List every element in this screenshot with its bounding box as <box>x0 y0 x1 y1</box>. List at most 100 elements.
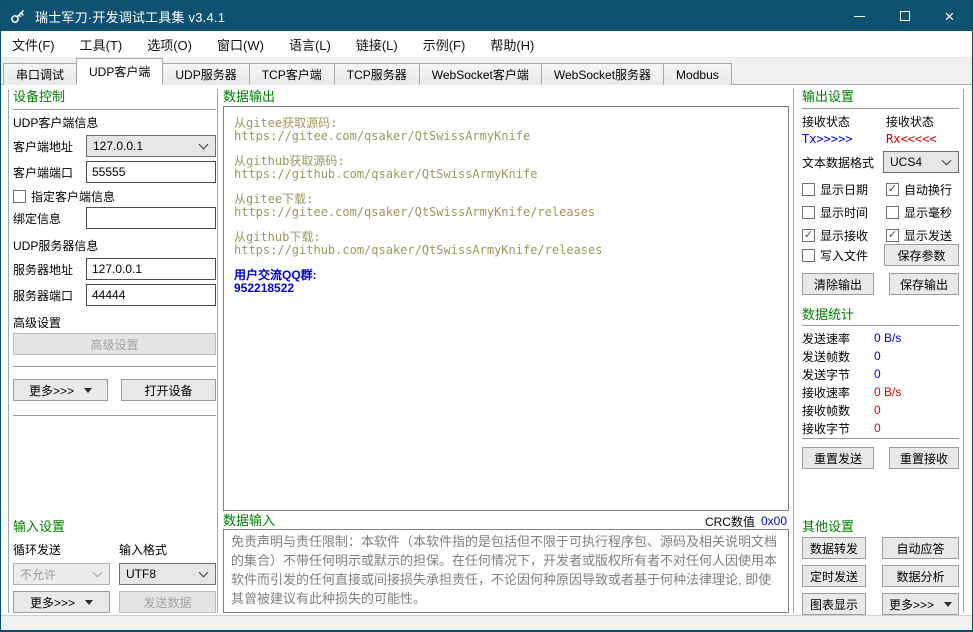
menu-item-examples[interactable]: 示例(F) <box>414 31 475 58</box>
tab-udp-server[interactable]: UDP服务器 <box>162 63 249 85</box>
more-button-label: 更多>>> <box>29 382 74 399</box>
data-output-view[interactable]: 从gitee获取源码: https://gitee.com/qsaker/QtS… <box>223 106 789 511</box>
close-icon: × <box>945 8 955 25</box>
output-settings-title: 输出设置 <box>802 89 959 105</box>
specify-client-checkbox[interactable]: 指定客户端信息 <box>13 189 216 203</box>
tab-websocket-server[interactable]: WebSocket服务器 <box>541 63 664 85</box>
maximize-button[interactable] <box>882 1 927 31</box>
splitter-handle-center-left[interactable] <box>217 89 218 613</box>
device-control-panel: 设备控制 UDP客户端信息 客户端地址 127.0.0.1 客户端端口 指定客户… <box>13 89 216 416</box>
window-title: 瑞士军刀·开发调试工具集 v3.4.1 <box>35 7 225 26</box>
chevron-down-icon <box>199 139 209 149</box>
cycle-send-select[interactable]: 不允许 <box>13 563 110 585</box>
tab-udp-client[interactable]: UDP客户端 <box>76 58 163 85</box>
rx-indicator: Rx<<<<< <box>886 132 959 146</box>
timed-send-button[interactable]: 定时发送 <box>802 565 866 587</box>
write-file-checkbox[interactable]: 写入文件 <box>802 247 868 264</box>
udp-server-info-label: UDP服务器信息 <box>13 239 216 253</box>
tab-serial-debug[interactable]: 串口调试 <box>3 63 77 85</box>
divider <box>802 325 959 326</box>
input-format-select[interactable]: UTF8 <box>119 563 216 585</box>
splitter-handle-right[interactable] <box>963 89 964 613</box>
checkbox-label: 自动换行 <box>904 181 952 198</box>
output-url: https://gitee.com/qsaker/QtSwissArmyKnif… <box>234 206 778 219</box>
stat-row: 发送帧数 0 <box>802 347 959 365</box>
stat-label: 发送速率 <box>802 330 874 347</box>
reset-receive-button[interactable]: 重置接收 <box>889 447 959 469</box>
checkbox-box <box>886 229 899 242</box>
tab-tcp-client[interactable]: TCP客户端 <box>249 63 335 85</box>
tab-modbus[interactable]: Modbus <box>663 63 732 85</box>
input-more-label: 更多>>> <box>30 594 75 611</box>
output-url: https://github.com/qsaker/QtSwissArmyKni… <box>234 168 778 181</box>
checkbox-box <box>13 190 26 203</box>
show-rx-checkbox[interactable]: 显示接收 <box>802 227 886 244</box>
reset-send-button[interactable]: 重置发送 <box>802 447 874 469</box>
menu-item-language[interactable]: 语言(L) <box>280 31 340 58</box>
minimize-icon <box>854 16 865 17</box>
menu-item-file[interactable]: 文件(F) <box>3 31 64 58</box>
checkbox-box <box>886 206 899 219</box>
show-tx-checkbox[interactable]: 显示发送 <box>886 227 959 244</box>
show-time-checkbox[interactable]: 显示时间 <box>802 204 886 221</box>
clear-output-button[interactable]: 清除输出 <box>802 273 874 295</box>
data-analysis-button[interactable]: 数据分析 <box>882 565 959 587</box>
server-port-input[interactable] <box>86 284 216 306</box>
send-data-button[interactable]: 发送数据 <box>119 591 216 613</box>
close-button[interactable]: × <box>927 1 972 31</box>
crc-label: CRC数值 <box>705 513 755 530</box>
data-forward-button[interactable]: 数据转发 <box>802 537 866 559</box>
show-ms-checkbox[interactable]: 显示毫秒 <box>886 204 959 221</box>
input-more-dropdown-button[interactable]: 更多>>> <box>13 591 110 613</box>
advanced-settings-button[interactable]: 高级设置 <box>13 333 216 355</box>
window-controls: × <box>837 1 972 31</box>
save-params-button[interactable]: 保存参数 <box>884 244 959 266</box>
auto-reply-button[interactable]: 自动应答 <box>882 537 959 559</box>
bind-info-input[interactable] <box>86 207 216 229</box>
stat-label: 发送字节 <box>802 366 874 383</box>
stat-value: 0 <box>874 403 959 417</box>
menu-item-tools[interactable]: 工具(T) <box>71 31 132 58</box>
tab-websocket-client[interactable]: WebSocket客户端 <box>419 63 542 85</box>
stat-value: 0 <box>874 421 959 435</box>
stat-row: 接收帧数 0 <box>802 401 959 419</box>
output-settings-panel: 输出设置 接收状态 接收状态 Tx>>>>> Rx<<<<< 文本数据格式 UC… <box>802 89 959 615</box>
title-bar: 瑞士军刀·开发调试工具集 v3.4.1 × <box>1 1 972 31</box>
input-format-value: UTF8 <box>126 567 156 581</box>
chart-display-button[interactable]: 图表显示 <box>802 593 866 615</box>
app-key-icon <box>10 8 26 24</box>
checkbox-label: 显示时间 <box>820 204 868 221</box>
more-dropdown-button[interactable]: 更多>>> <box>13 379 108 401</box>
app-window: 瑞士军刀·开发调试工具集 v3.4.1 × 文件(F) 工具(T) 选项(O) … <box>0 0 973 632</box>
menu-item-options[interactable]: 选项(O) <box>138 31 201 58</box>
other-more-dropdown-button[interactable]: 更多>>> <box>882 593 959 615</box>
tx-status-label: 接收状态 <box>802 113 886 130</box>
save-output-button[interactable]: 保存输出 <box>889 273 959 295</box>
client-address-select[interactable]: 127.0.0.1 <box>86 135 216 157</box>
other-settings-title: 其他设置 <box>802 519 959 535</box>
menu-item-links[interactable]: 链接(L) <box>347 31 407 58</box>
minimize-button[interactable] <box>837 1 882 31</box>
menu-item-window[interactable]: 窗口(W) <box>208 31 273 58</box>
open-device-button[interactable]: 打开设备 <box>121 379 216 401</box>
advanced-settings-label: 高级设置 <box>13 316 216 330</box>
tab-tcp-server[interactable]: TCP服务器 <box>334 63 420 85</box>
checkbox-box <box>802 249 815 262</box>
menu-item-help[interactable]: 帮助(H) <box>481 31 543 58</box>
auto-wrap-checkbox[interactable]: 自动换行 <box>886 181 959 198</box>
splitter-handle-center-right[interactable] <box>793 89 794 613</box>
stat-row: 发送字节 0 <box>802 365 959 383</box>
checkbox-box <box>886 183 899 196</box>
client-port-input[interactable] <box>86 161 216 183</box>
text-format-value: UCS4 <box>890 155 922 169</box>
stat-value: 0 B/s <box>874 385 959 399</box>
client-port-label: 客户端端口 <box>13 164 86 181</box>
show-date-checkbox[interactable]: 显示日期 <box>802 181 886 198</box>
server-address-input[interactable] <box>86 258 216 280</box>
divider <box>802 438 959 439</box>
data-input-textarea[interactable]: 免责声明与责任限制：本软件（本软件指的是包括但不限于可执行程序包、源码及相关说明… <box>223 529 789 613</box>
splitter-handle-left[interactable] <box>8 89 9 613</box>
text-format-select[interactable]: UCS4 <box>883 151 959 173</box>
dropdown-caret-icon <box>85 600 93 605</box>
qq-group-label: 用户交流QQ群: <box>234 269 778 282</box>
